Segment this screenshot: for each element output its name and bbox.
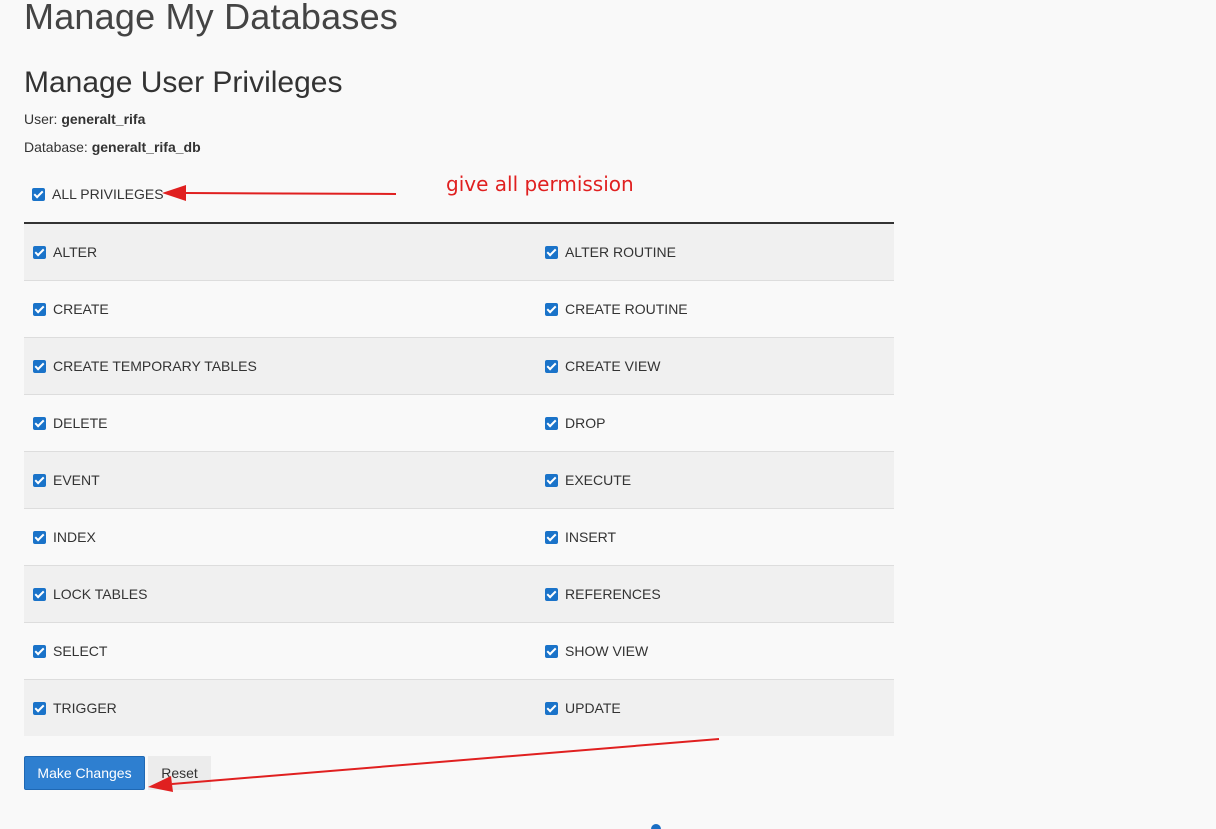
privilege-option[interactable]: CREATE VIEW <box>545 358 894 374</box>
privilege-label: SELECT <box>53 643 108 659</box>
arrow-to-make-changes <box>148 738 720 792</box>
privilege-checkbox[interactable] <box>545 245 558 259</box>
privilege-checkbox[interactable] <box>33 416 46 430</box>
privilege-option[interactable]: DROP <box>545 415 894 431</box>
privilege-label: CREATE ROUTINE <box>565 301 688 317</box>
privilege-option[interactable]: ALTER <box>24 244 545 260</box>
privilege-row: TRIGGER UPDATE <box>24 680 894 736</box>
privilege-option[interactable]: CREATE ROUTINE <box>545 301 894 317</box>
page: Manage My Databases Manage User Privileg… <box>0 0 1216 829</box>
make-changes-button[interactable]: Make Changes <box>24 756 145 790</box>
privilege-label: ALTER ROUTINE <box>565 244 676 260</box>
privilege-checkbox[interactable] <box>545 530 558 544</box>
privilege-label: UPDATE <box>565 700 621 716</box>
privilege-checkbox[interactable] <box>33 473 46 487</box>
privilege-row: ALTER ALTER ROUTINE <box>24 224 894 281</box>
database-name: generalt_rifa_db <box>91 139 201 155</box>
privilege-label: DELETE <box>53 415 108 431</box>
privilege-label: EVENT <box>53 472 100 488</box>
privilege-option[interactable]: INDEX <box>24 529 545 545</box>
privilege-option[interactable]: REFERENCES <box>545 586 894 602</box>
all-privileges-option[interactable]: ALL PRIVILEGES <box>32 184 164 204</box>
user-label: User: <box>24 111 58 127</box>
privilege-row: EVENT EXECUTE <box>24 452 894 509</box>
privilege-checkbox[interactable] <box>545 473 558 487</box>
privilege-row: INDEX INSERT <box>24 509 894 566</box>
privilege-label: LOCK TABLES <box>53 586 148 602</box>
user-name: generalt_rifa <box>61 111 146 127</box>
arrow-to-all-privileges <box>162 185 397 201</box>
privilege-label: ALTER <box>53 244 98 260</box>
privilege-option[interactable]: SELECT <box>24 643 545 659</box>
privileges-table: ALTER ALTER ROUTINE CREATE CREATE ROUTINE CR… <box>24 222 894 736</box>
privilege-checkbox[interactable] <box>33 644 46 658</box>
privilege-row: DELETE DROP <box>24 395 894 452</box>
privilege-label: SHOW VIEW <box>565 643 649 659</box>
privilege-checkbox[interactable] <box>545 644 558 658</box>
privilege-option[interactable]: SHOW VIEW <box>545 643 894 659</box>
privilege-row: LOCK TABLES REFERENCES <box>24 566 894 623</box>
annotation-text: give all permission <box>446 172 634 196</box>
privilege-label: EXECUTE <box>565 472 632 488</box>
privilege-checkbox[interactable] <box>545 416 558 430</box>
privilege-row: CREATE CREATE ROUTINE <box>24 281 894 338</box>
privilege-row: SELECT SHOW VIEW <box>24 623 894 680</box>
privilege-label: CREATE <box>53 301 109 317</box>
privilege-checkbox[interactable] <box>33 302 46 316</box>
all-privileges-label: ALL PRIVILEGES <box>52 186 164 202</box>
privilege-row: CREATE TEMPORARY TABLES CREATE VIEW <box>24 338 894 395</box>
privilege-label: INDEX <box>53 529 96 545</box>
privilege-option[interactable]: EXECUTE <box>545 472 894 488</box>
privilege-label: TRIGGER <box>53 700 117 716</box>
privilege-option[interactable]: INSERT <box>545 529 894 545</box>
all-privileges-checkbox[interactable] <box>32 187 45 201</box>
privilege-label: CREATE VIEW <box>565 358 661 374</box>
user-info: User: generalt_rifa <box>24 109 145 129</box>
privilege-option[interactable]: UPDATE <box>545 700 894 716</box>
privilege-checkbox[interactable] <box>545 587 558 601</box>
privilege-option[interactable]: LOCK TABLES <box>24 586 545 602</box>
privilege-checkbox[interactable] <box>545 302 558 316</box>
loading-indicator <box>651 824 661 829</box>
privilege-checkbox[interactable] <box>33 530 46 544</box>
page-title: Manage My Databases <box>24 0 398 37</box>
privilege-option[interactable]: ALTER ROUTINE <box>545 244 894 260</box>
privilege-checkbox[interactable] <box>545 359 558 373</box>
privilege-checkbox[interactable] <box>33 359 46 373</box>
section-title: Manage User Privileges <box>24 66 343 99</box>
privilege-checkbox[interactable] <box>33 587 46 601</box>
privilege-option[interactable]: TRIGGER <box>24 700 545 716</box>
privilege-checkbox[interactable] <box>33 245 46 259</box>
privilege-option[interactable]: CREATE TEMPORARY TABLES <box>24 358 545 374</box>
database-info: Database: generalt_rifa_db <box>24 137 201 157</box>
privilege-option[interactable]: CREATE <box>24 301 545 317</box>
privilege-label: CREATE TEMPORARY TABLES <box>53 358 257 374</box>
privilege-label: INSERT <box>565 529 617 545</box>
privilege-label: DROP <box>565 415 606 431</box>
privilege-option[interactable]: EVENT <box>24 472 545 488</box>
privilege-checkbox[interactable] <box>33 701 46 715</box>
database-label: Database: <box>24 139 88 155</box>
privilege-label: REFERENCES <box>565 586 661 602</box>
privilege-checkbox[interactable] <box>545 701 558 715</box>
privilege-option[interactable]: DELETE <box>24 415 545 431</box>
reset-button[interactable]: Reset <box>148 756 211 790</box>
